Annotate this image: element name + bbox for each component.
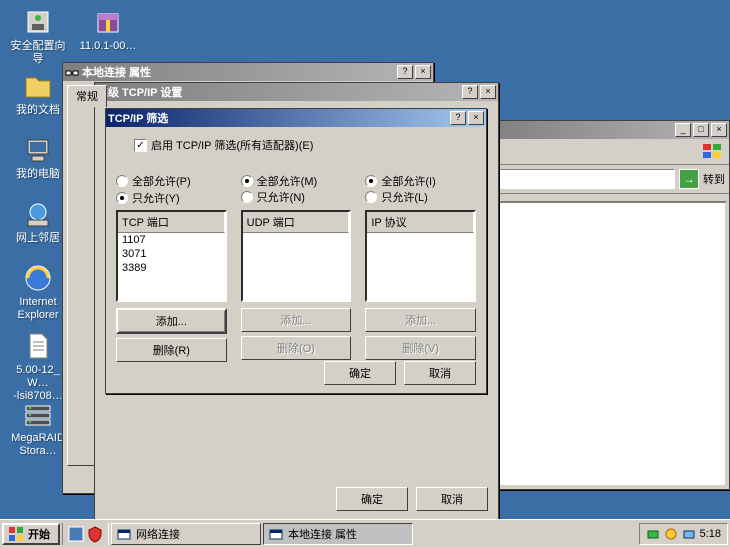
port-listbox[interactable]: UDP 端口 — [241, 210, 352, 302]
list-header: IP 协议 — [367, 212, 474, 233]
taskbar-button-network-connections[interactable]: 网络连接 — [111, 523, 261, 545]
tray-icon[interactable] — [646, 527, 660, 541]
network-icon — [65, 65, 79, 79]
add-button[interactable]: 添加... — [116, 308, 227, 334]
desktop-icon-label: MegaRAIDStora… — [6, 432, 70, 458]
radio-icon — [365, 191, 377, 203]
tcpip-filter-title: TCP/IP 筛选 — [108, 110, 448, 126]
tcpip-filter-dialog: TCP/IP 筛选 ? × ✓ 启用 TCP/IP 筛选(所有适配器)(E) 全… — [105, 108, 487, 394]
desktop-icon-network-places[interactable]: 网上邻居 — [6, 198, 70, 245]
radio-icon — [365, 175, 377, 187]
clock: 5:18 — [700, 528, 721, 540]
filter-column-udp: 全部允许(M)只允许(N) UDP 端口添加... 删除(O) — [241, 173, 352, 362]
radio-icon — [241, 175, 253, 187]
lan-properties-title: 本地连接 属性 — [82, 64, 395, 80]
explorer-titlebar[interactable]: _ □ × — [491, 121, 729, 139]
go-button[interactable]: → — [679, 169, 699, 189]
port-listbox[interactable]: IP 协议 — [365, 210, 476, 302]
cancel-button[interactable]: 取消 — [416, 487, 488, 511]
only-allow-radio[interactable]: 只允许(N) — [241, 189, 305, 205]
taskbar-button-lan-properties[interactable]: 本地连接 属性 — [263, 523, 413, 545]
desktop-icon-winrar[interactable]: 11.0.1-00… — [76, 6, 140, 53]
allow-all-radio[interactable]: 全部允许(P) — [116, 173, 191, 189]
windows-flag-icon — [701, 142, 725, 162]
radio-icon — [241, 191, 253, 203]
list-header: TCP 端口 — [118, 212, 225, 233]
desktop-icon-label: 我的电脑 — [6, 168, 70, 181]
lan-properties-titlebar[interactable]: 本地连接 属性 ? × — [63, 63, 433, 81]
desktop-icon-label: 网上邻居 — [6, 232, 70, 245]
checkbox-icon: ✓ — [134, 139, 147, 152]
add-button: 添加... — [365, 308, 476, 332]
window-icon — [268, 526, 284, 542]
ok-button[interactable]: 确定 — [336, 487, 408, 511]
remove-button: 删除(V) — [365, 336, 476, 360]
explorer-content[interactable] — [493, 201, 727, 487]
taskbar: 开始 网络连接本地连接 属性 5:18 — [0, 519, 730, 547]
desktop-icon-text-file[interactable]: 5.00-12_W…-lsi8708… — [6, 330, 70, 403]
start-label: 开始 — [28, 526, 50, 542]
only-allow-radio[interactable]: 只允许(Y) — [116, 190, 180, 206]
tcpip-filter-titlebar[interactable]: TCP/IP 筛选 ? × — [106, 109, 486, 127]
help-button[interactable]: ? — [450, 111, 466, 125]
cancel-button[interactable]: 取消 — [404, 361, 476, 385]
minimize-button[interactable]: _ — [675, 123, 691, 137]
list-item[interactable]: 3071 — [118, 247, 225, 261]
start-button[interactable]: 开始 — [2, 523, 60, 545]
help-button[interactable]: ? — [397, 65, 413, 79]
close-button[interactable]: × — [468, 111, 484, 125]
system-tray[interactable]: 5:18 — [639, 523, 728, 545]
desktop-icon-my-computer[interactable]: 我的电脑 — [6, 134, 70, 181]
desktop-icon-my-documents[interactable]: 我的文档 — [6, 70, 70, 117]
explorer-window: _ □ × → 转到 — [490, 120, 730, 490]
add-button: 添加... — [241, 308, 352, 332]
list-item[interactable]: 3389 — [118, 261, 225, 275]
list-item[interactable]: 1107 — [118, 233, 225, 247]
enable-filter-checkbox[interactable]: ✓ 启用 TCP/IP 筛选(所有适配器)(E) — [134, 137, 313, 153]
desktop-icon-label: 11.0.1-00… — [76, 40, 140, 53]
goto-label: 转到 — [703, 171, 725, 187]
desktop-icon-label: InternetExplorer — [6, 296, 70, 322]
window-icon — [116, 526, 132, 542]
ok-button[interactable]: 确定 — [324, 361, 396, 385]
tray-icon[interactable] — [682, 527, 696, 541]
advanced-tcpip-title: 高级 TCP/IP 设置 — [97, 84, 460, 100]
filter-column-tcp: 全部允许(P)只允许(Y) TCP 端口110730713389 添加... 删除(R… — [116, 173, 227, 362]
quick-launch — [62, 523, 109, 545]
radio-icon — [116, 192, 128, 204]
windows-flag-icon — [8, 526, 24, 542]
remove-button: 删除(O) — [241, 336, 352, 360]
desktop-icon-internet-explorer[interactable]: InternetExplorer — [6, 262, 70, 322]
radio-icon — [116, 175, 128, 187]
address-input[interactable] — [495, 169, 675, 189]
show-desktop-icon[interactable] — [67, 525, 85, 543]
advanced-tcpip-titlebar[interactable]: 高级 TCP/IP 设置 ? × — [95, 83, 498, 101]
desktop-icon-megaraid[interactable]: MegaRAIDStora… — [6, 398, 70, 458]
filter-column-ip: 全部允许(I)只允许(L) IP 协议添加... 删除(V) — [365, 173, 476, 362]
allow-all-radio[interactable]: 全部允许(M) — [241, 173, 318, 189]
enable-filter-label: 启用 TCP/IP 筛选(所有适配器)(E) — [151, 137, 313, 153]
close-button[interactable]: × — [480, 85, 496, 99]
list-header: UDP 端口 — [243, 212, 350, 233]
address-bar: → 转到 — [491, 165, 729, 194]
desktop-icon-security-wizard[interactable]: 安全配置向导 — [6, 6, 70, 66]
tab-general[interactable]: 常规 — [67, 85, 107, 107]
tray-icon[interactable] — [664, 527, 678, 541]
allow-all-radio[interactable]: 全部允许(I) — [365, 173, 435, 189]
close-button[interactable]: × — [415, 65, 431, 79]
desktop-icon-label: 安全配置向导 — [6, 40, 70, 66]
desktop-icon-label: 我的文档 — [6, 104, 70, 117]
port-listbox[interactable]: TCP 端口110730713389 — [116, 210, 227, 302]
help-button[interactable]: ? — [462, 85, 478, 99]
close-button[interactable]: × — [711, 123, 727, 137]
maximize-button[interactable]: □ — [693, 123, 709, 137]
only-allow-radio[interactable]: 只允许(L) — [365, 189, 427, 205]
security-icon[interactable] — [86, 525, 104, 543]
remove-button[interactable]: 删除(R) — [116, 338, 227, 362]
